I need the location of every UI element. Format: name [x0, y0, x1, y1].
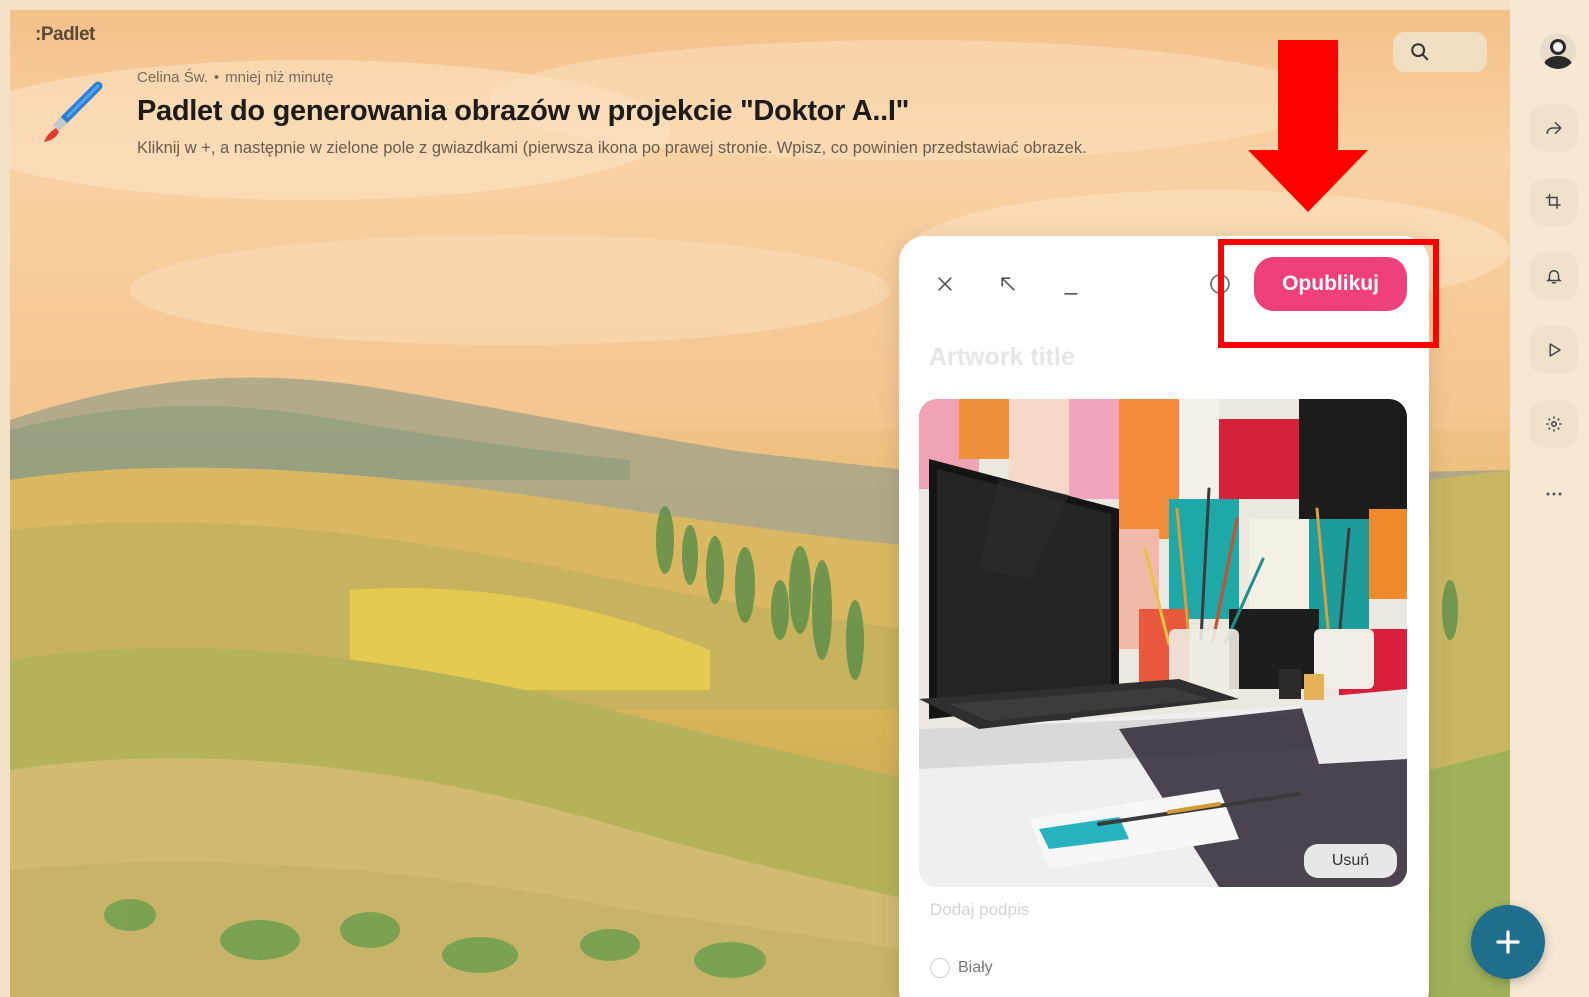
settings-button[interactable]	[1530, 400, 1578, 448]
remove-image-button[interactable]: Usuń	[1304, 844, 1397, 878]
search-button[interactable]	[1393, 32, 1487, 72]
share-icon	[1546, 122, 1562, 134]
user-avatar[interactable]	[1540, 33, 1576, 69]
play-icon	[1549, 343, 1561, 357]
page-description: Kliknij w +, a następnie w zielone pole …	[137, 139, 1087, 157]
annotation-arrow	[1248, 40, 1368, 212]
timestamp: mniej niż minutę	[225, 69, 334, 86]
caption-input[interactable]	[930, 900, 1370, 920]
add-post-button[interactable]	[1471, 905, 1545, 979]
minimize-button[interactable]	[1055, 272, 1087, 304]
post-composer: Opublikuj Artwork title Usuń Dodaj podpi…	[899, 236, 1429, 997]
close-button[interactable]	[929, 268, 961, 300]
padlet-board: :Padlet Celina Św. • mniej niż minutę Padl…	[0, 0, 1589, 997]
paintbrush-icon	[38, 78, 108, 148]
notifications-button[interactable]	[1530, 252, 1578, 300]
page-title: Padlet do generowania obrazów w projekci…	[137, 95, 910, 127]
close-icon	[938, 277, 952, 291]
generated-artwork	[919, 399, 1407, 887]
remake-button[interactable]	[1530, 178, 1578, 226]
expand-arrow-icon	[1001, 277, 1015, 291]
annotation-highlight-box	[1218, 239, 1439, 348]
plus-icon	[1496, 930, 1520, 954]
gear-icon	[1546, 416, 1562, 432]
share-button[interactable]	[1530, 104, 1578, 152]
color-option-label: Biały	[958, 959, 993, 976]
post-meta: Celina Św. • mniej niż minutę	[137, 69, 334, 86]
more-button[interactable]	[1530, 470, 1578, 518]
slideshow-button[interactable]	[1530, 326, 1578, 374]
expand-button[interactable]	[992, 268, 1024, 300]
more-icon	[1546, 492, 1562, 496]
remake-icon	[1545, 193, 1561, 209]
search-icon	[1411, 43, 1429, 61]
author-name: Celina Św.	[137, 69, 208, 86]
bell-icon	[1546, 270, 1562, 284]
minimize-icon	[1064, 293, 1078, 295]
meta-separator: •	[213, 69, 220, 86]
color-radio-white[interactable]	[930, 958, 950, 978]
padlet-logo[interactable]: :Padlet	[35, 24, 95, 46]
